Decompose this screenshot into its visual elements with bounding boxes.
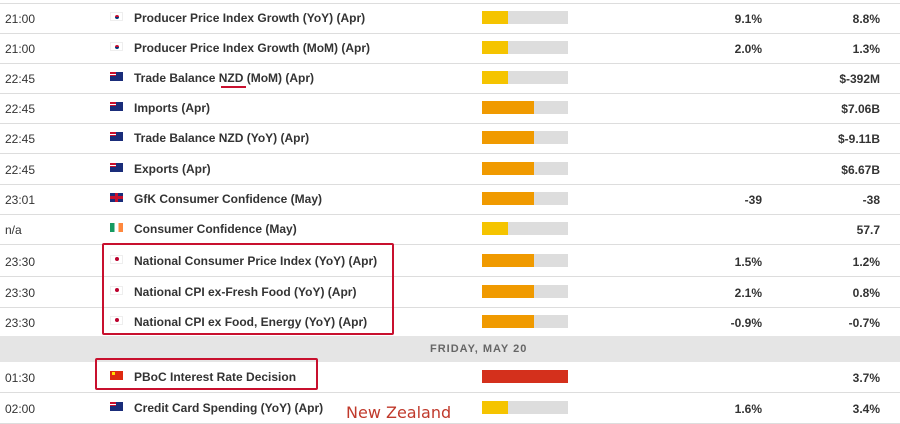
impact-bar: [482, 370, 568, 383]
impact-fill: [482, 131, 534, 144]
flag-nz-icon: [110, 132, 123, 141]
impact-fill: [482, 71, 508, 84]
event-time: 02:00: [5, 402, 36, 416]
impact-fill: [482, 285, 534, 298]
forecast-value: 2.1%: [734, 286, 762, 300]
forecast-value: 9.1%: [734, 12, 762, 26]
forecast-value: 1.5%: [734, 255, 762, 269]
event-name[interactable]: Trade Balance NZD (YoY) (Apr): [134, 131, 309, 145]
event-time: 22:45: [5, 132, 36, 146]
event-name[interactable]: Exports (Apr): [134, 162, 211, 176]
event-row[interactable]: 22:45 Trade Balance NZD (MoM) (Apr) $-39…: [0, 63, 900, 94]
impact-bar: [482, 41, 568, 54]
impact-fill: [482, 370, 568, 383]
flag-nz-icon: [110, 163, 123, 172]
day-separator-label: FRIDAY, MAY 20: [430, 343, 528, 355]
previous-value: 3.4%: [852, 402, 880, 416]
impact-fill: [482, 41, 508, 54]
previous-value: 1.3%: [852, 42, 880, 56]
impact-bar: [482, 285, 568, 298]
previous-value: 1.2%: [852, 255, 880, 269]
event-row[interactable]: 22:45 Trade Balance NZD (YoY) (Apr) $-9.…: [0, 123, 900, 154]
event-time: 21:00: [5, 12, 36, 26]
impact-fill: [482, 222, 508, 235]
impact-bar: [482, 315, 568, 328]
previous-value: $-392M: [839, 72, 880, 86]
impact-fill: [482, 315, 534, 328]
event-name[interactable]: Credit Card Spending (YoY) (Apr): [134, 401, 323, 415]
forecast-value: -39: [744, 193, 762, 207]
forecast-value: -0.9%: [730, 316, 762, 330]
impact-fill: [482, 192, 534, 205]
impact-bar: [482, 71, 568, 84]
flag-kr-icon: [110, 12, 123, 21]
event-name[interactable]: Consumer Confidence (May): [134, 222, 297, 236]
previous-value: $7.06B: [841, 102, 880, 116]
previous-value: $-9.11B: [837, 132, 880, 146]
pboc-highlight-box: [95, 358, 318, 390]
flag-nz-icon: [110, 102, 123, 111]
event-time: 23:30: [5, 286, 36, 300]
impact-bar: [482, 101, 568, 114]
event-row[interactable]: 23:01 GfK Consumer Confidence (May) -39 …: [0, 184, 900, 215]
event-row[interactable]: 21:00 Producer Price Index Growth (MoM) …: [0, 33, 900, 64]
impact-fill: [482, 11, 508, 24]
impact-fill: [482, 254, 534, 267]
annotation-new-zealand: New Zealand: [346, 403, 452, 422]
impact-fill: [482, 401, 508, 414]
previous-value: -0.7%: [848, 316, 880, 330]
impact-bar: [482, 401, 568, 414]
previous-value: 8.8%: [852, 12, 880, 26]
event-name[interactable]: Trade Balance NZD (MoM) (Apr): [134, 71, 314, 85]
event-time: 22:45: [5, 102, 36, 116]
event-time: 21:00: [5, 42, 36, 56]
impact-bar: [482, 254, 568, 267]
event-time: 01:30: [5, 371, 36, 385]
event-row[interactable]: n/a Consumer Confidence (May) 57.7: [0, 214, 900, 245]
previous-value: -38: [862, 193, 880, 207]
impact-bar: [482, 162, 568, 175]
nzd-underline-annotation: [221, 86, 246, 88]
forecast-value: 1.6%: [734, 402, 762, 416]
flag-nz-icon: [110, 72, 123, 81]
previous-value: 57.7: [856, 223, 880, 237]
previous-value: 0.8%: [852, 286, 880, 300]
event-name[interactable]: Producer Price Index Growth (MoM) (Apr): [134, 41, 370, 55]
event-name[interactable]: Producer Price Index Growth (YoY) (Apr): [134, 11, 365, 25]
event-row[interactable]: 22:45 Imports (Apr) $7.06B: [0, 93, 900, 124]
impact-fill: [482, 162, 534, 175]
event-name[interactable]: Imports (Apr): [134, 101, 210, 115]
flag-ie-icon: [110, 223, 123, 232]
impact-fill: [482, 101, 534, 114]
flag-nz-icon: [110, 402, 123, 411]
impact-bar: [482, 11, 568, 24]
event-time: n/a: [5, 223, 22, 237]
impact-bar: [482, 222, 568, 235]
impact-bar: [482, 192, 568, 205]
event-row[interactable]: 22:45 Exports (Apr) $6.67B: [0, 154, 900, 185]
japan-cpi-highlight-box: [102, 243, 394, 335]
event-time: 22:45: [5, 163, 36, 177]
event-time: 23:30: [5, 316, 36, 330]
forecast-value: 2.0%: [734, 42, 762, 56]
event-time: 23:30: [5, 255, 36, 269]
previous-value: $6.67B: [841, 163, 880, 177]
event-time: 22:45: [5, 72, 36, 86]
event-row[interactable]: 21:00 Producer Price Index Growth (YoY) …: [0, 3, 900, 34]
flag-kr-icon: [110, 42, 123, 51]
event-name[interactable]: GfK Consumer Confidence (May): [134, 192, 322, 206]
previous-value: 3.7%: [852, 371, 880, 385]
flag-gb-icon: [110, 193, 123, 202]
event-time: 23:01: [5, 193, 36, 207]
impact-bar: [482, 131, 568, 144]
